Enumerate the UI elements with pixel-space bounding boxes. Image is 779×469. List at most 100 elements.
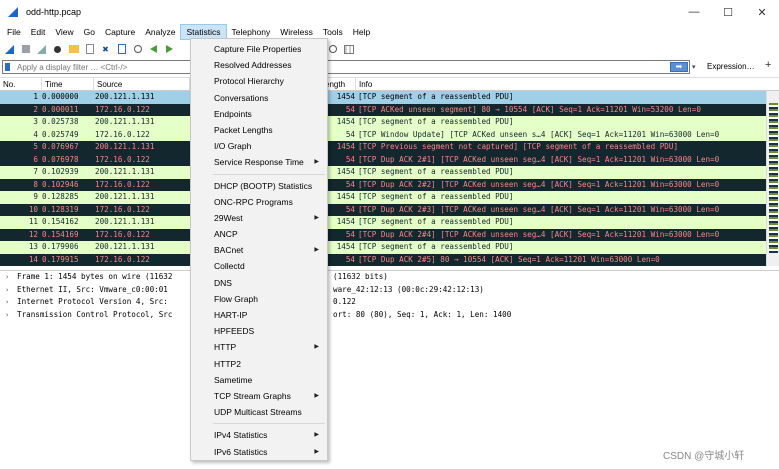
expand-arrow-icon[interactable]: › bbox=[5, 284, 9, 297]
detail-text: Transmission Control Protocol, Src bbox=[17, 309, 173, 319]
column-header-source[interactable]: Source bbox=[94, 78, 190, 91]
detail-tree-item[interactable]: › Transmission Control Protocol, Src ort: … bbox=[0, 309, 779, 322]
detail-tree-item[interactable]: › Ethernet II, Src: Vmware_c0:00:01 ware_4… bbox=[0, 284, 779, 297]
table-row[interactable]: 8 0.102946 172.16.0.122 54 [TCP Dup ACK 2#2]… bbox=[0, 178, 766, 191]
open-file-icon[interactable] bbox=[67, 43, 80, 56]
menu-item-http2[interactable]: HTTP2 bbox=[191, 356, 327, 372]
menu-item-ipv6-statistics[interactable]: IPv6 Statistics ▶ bbox=[191, 444, 327, 460]
close-button[interactable]: ✕ bbox=[745, 0, 779, 24]
menu-item-packet-lengths[interactable]: Packet Lengths bbox=[191, 122, 327, 138]
menu-item-hpfeeds[interactable]: HPFEEDS bbox=[191, 323, 327, 339]
packet-time-cell: 0.000000 bbox=[42, 92, 79, 101]
bookmark-icon[interactable] bbox=[5, 63, 10, 71]
detail-text-continued: 0.122 bbox=[333, 297, 356, 306]
expression-button[interactable]: Expression… bbox=[703, 60, 759, 74]
table-row[interactable]: 11 0.154162 200.121.1.131 1454 [TCP segment … bbox=[0, 216, 766, 229]
resize-columns-icon[interactable] bbox=[342, 43, 355, 56]
table-row[interactable]: 6 0.076978 172.16.0.122 54 [TCP Dup ACK 2#1]… bbox=[0, 153, 766, 166]
menu-view[interactable]: View bbox=[50, 24, 78, 40]
menu-item-flow-graph[interactable]: Flow Graph bbox=[191, 291, 327, 307]
column-header-length[interactable]: ength bbox=[324, 78, 356, 91]
column-header-no[interactable]: No. bbox=[0, 78, 42, 91]
packet-info-cell: [TCP segment of a reassembled PDU] bbox=[358, 242, 514, 251]
packet-time-cell: 0.154162 bbox=[42, 217, 79, 226]
minimize-button[interactable]: — bbox=[677, 0, 711, 24]
menu-analyze[interactable]: Analyze bbox=[140, 24, 180, 40]
menu-item-ancp[interactable]: ANCP bbox=[191, 226, 327, 242]
expand-arrow-icon[interactable]: › bbox=[5, 271, 9, 284]
menu-item-conversations[interactable]: Conversations bbox=[191, 90, 327, 106]
capture-options-icon[interactable] bbox=[51, 43, 64, 56]
table-row[interactable]: 7 0.102939 200.121.1.131 1454 [TCP segment o… bbox=[0, 166, 766, 179]
maximize-button[interactable]: ☐ bbox=[711, 0, 745, 24]
packet-time-cell: 0.128285 bbox=[42, 192, 79, 201]
expand-arrow-icon[interactable]: › bbox=[5, 309, 9, 322]
table-row[interactable]: 13 0.179906 200.121.1.131 1454 [TCP segment … bbox=[0, 241, 766, 254]
restart-capture-icon[interactable] bbox=[35, 43, 48, 56]
menu-item-resolved-addresses[interactable]: Resolved Addresses bbox=[191, 57, 327, 73]
menu-item-i-o-graph[interactable]: I/O Graph bbox=[191, 138, 327, 154]
packet-no-cell: 5 bbox=[33, 142, 38, 151]
add-filter-button-icon[interactable]: + bbox=[765, 59, 771, 71]
table-row[interactable]: 9 0.128285 200.121.1.131 1454 [TCP segment o… bbox=[0, 191, 766, 204]
packet-info-cell: [TCP Dup ACK 2#1] [TCP ACKed unseen seg…… bbox=[358, 154, 720, 164]
menu-edit[interactable]: Edit bbox=[26, 24, 51, 40]
menu-item-service-response-time[interactable]: Service Response Time ▶ bbox=[191, 154, 327, 170]
find-packet-icon[interactable] bbox=[131, 43, 144, 56]
column-header-info[interactable]: Info bbox=[356, 78, 779, 91]
save-file-icon[interactable] bbox=[83, 43, 96, 56]
menu-item-http[interactable]: HTTP ▶ bbox=[191, 339, 327, 355]
table-row[interactable]: 3 0.025738 200.121.1.131 1454 [TCP segment o… bbox=[0, 116, 766, 129]
detail-tree-item[interactable]: › Frame 1: 1454 bytes on wire (11632 (1163… bbox=[0, 271, 779, 284]
column-header-time[interactable]: Time bbox=[42, 78, 94, 91]
packet-length-cell: 1454 bbox=[336, 142, 355, 151]
menu-item-udp-multicast-streams[interactable]: UDP Multicast Streams bbox=[191, 404, 327, 420]
go-back-icon[interactable] bbox=[147, 43, 160, 56]
close-file-icon[interactable]: ✖ bbox=[99, 43, 112, 56]
table-row[interactable]: 14 0.179915 172.16.0.122 54 [TCP Dup ACK 2#5… bbox=[0, 253, 766, 266]
packet-source-cell: 172.16.0.122 bbox=[95, 204, 150, 214]
packet-no-cell: 8 bbox=[33, 179, 38, 189]
expand-arrow-icon[interactable]: › bbox=[5, 296, 9, 309]
menu-file[interactable]: File bbox=[2, 24, 26, 40]
packet-no-cell: 11 bbox=[28, 217, 38, 226]
menu-item-endpoints[interactable]: Endpoints bbox=[191, 106, 327, 122]
table-row[interactable]: 1 0.000000 200.121.1.131 1454 [TCP segment o… bbox=[0, 91, 766, 104]
table-row[interactable]: 2 0.000011 172.16.0.122 54 [TCP ACKed unseen… bbox=[0, 103, 766, 116]
menu-help[interactable]: Help bbox=[348, 24, 375, 40]
menu-item-dns[interactable]: DNS bbox=[191, 275, 327, 291]
menu-capture[interactable]: Capture bbox=[100, 24, 140, 40]
menu-item-bacnet[interactable]: BACnet ▶ bbox=[191, 242, 327, 258]
packet-minimap[interactable] bbox=[769, 103, 778, 253]
menu-item-label: Endpoints bbox=[214, 108, 252, 119]
menu-item-ipv4-statistics[interactable]: IPv4 Statistics ▶ bbox=[191, 427, 327, 443]
stop-capture-icon[interactable] bbox=[19, 43, 32, 56]
packet-length-cell: 54 bbox=[345, 104, 355, 114]
detail-tree-item[interactable]: › Internet Protocol Version 4, Src: 0.122 bbox=[0, 296, 779, 309]
go-forward-icon[interactable] bbox=[163, 43, 176, 56]
packet-no-cell: 10 bbox=[28, 204, 38, 214]
wireshark-fin-icon bbox=[7, 6, 19, 18]
table-row[interactable]: 10 0.128319 172.16.0.122 54 [TCP Dup ACK 2#3… bbox=[0, 203, 766, 216]
menu-item-onc-rpc-programs[interactable]: ONC-RPC Programs bbox=[191, 194, 327, 210]
menu-item-tcp-stream-graphs[interactable]: TCP Stream Graphs ▶ bbox=[191, 388, 327, 404]
start-capture-icon[interactable] bbox=[3, 43, 16, 56]
packet-source-cell: 172.16.0.122 bbox=[95, 129, 150, 139]
filter-history-dropdown[interactable]: ▾ bbox=[692, 63, 696, 71]
menu-item-sametime[interactable]: Sametime bbox=[191, 372, 327, 388]
table-row[interactable]: 5 0.076967 200.121.1.131 1454 [TCP Previous … bbox=[0, 141, 766, 154]
packet-list-scrollbar[interactable] bbox=[766, 91, 779, 266]
menu-item-29west[interactable]: 29West ▶ bbox=[191, 210, 327, 226]
reload-file-icon[interactable] bbox=[115, 43, 128, 56]
apply-filter-button[interactable]: ➡ bbox=[670, 62, 688, 72]
table-row[interactable]: 12 0.154169 172.16.0.122 54 [TCP Dup ACK 2#4… bbox=[0, 228, 766, 241]
menu-item-collectd[interactable]: Collectd bbox=[191, 258, 327, 274]
menu-item-dhcp-bootp-statistics[interactable]: DHCP (BOOTP) Statistics bbox=[191, 178, 327, 194]
menu-go[interactable]: Go bbox=[79, 24, 100, 40]
menu-item-protocol-hierarchy[interactable]: Protocol Hierarchy bbox=[191, 73, 327, 89]
menu-item-capture-file-properties[interactable]: Capture File Properties bbox=[191, 41, 327, 57]
packet-source-cell: 172.16.0.122 bbox=[95, 104, 150, 114]
display-filter-input[interactable] bbox=[2, 60, 690, 74]
menu-item-hart-ip[interactable]: HART-IP bbox=[191, 307, 327, 323]
table-row[interactable]: 4 0.025749 172.16.0.122 54 [TCP Window Updat… bbox=[0, 128, 766, 141]
